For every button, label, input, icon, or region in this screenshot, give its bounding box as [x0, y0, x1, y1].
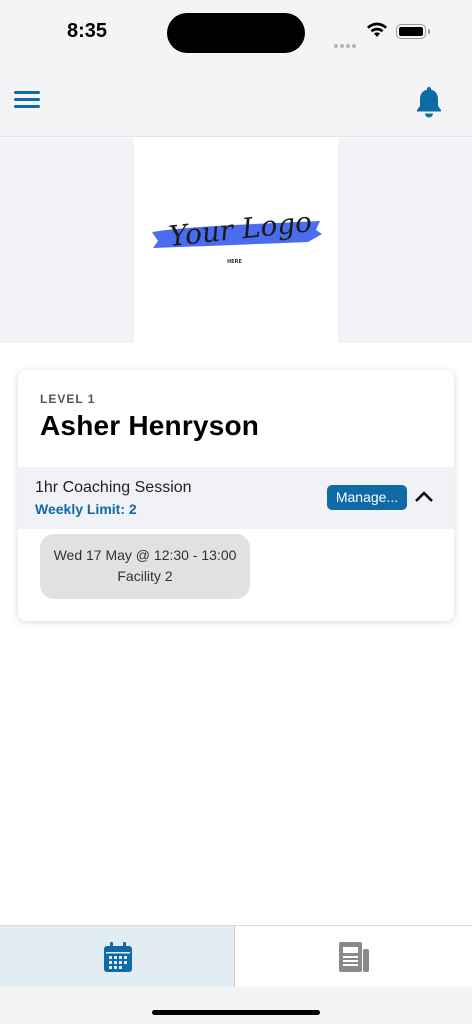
- cellular-signal-icon: [334, 35, 358, 53]
- session-row[interactable]: 1hr Coaching Session Weekly Limit: 2 Man…: [18, 467, 454, 529]
- bottom-tab-bar: [0, 925, 472, 987]
- membership-card: LEVEL 1 Asher Henryson 1hr Coaching Sess…: [18, 370, 454, 621]
- home-indicator[interactable]: [152, 1010, 320, 1015]
- chevron-up-icon[interactable]: [414, 489, 434, 503]
- tab-calendar[interactable]: [0, 926, 235, 987]
- member-name: Asher Henryson: [40, 410, 260, 441]
- weekly-limit: Weekly Limit: 2: [35, 501, 137, 517]
- logo-banner: Your Logo HERE: [0, 138, 472, 343]
- session-title: 1hr Coaching Session: [35, 479, 192, 496]
- svg-text:HERE: HERE: [227, 259, 242, 265]
- status-time: 8:35: [67, 20, 108, 42]
- booking-facility: Facility 2: [117, 568, 173, 584]
- bell-icon[interactable]: [414, 85, 444, 119]
- logo-placeholder: Your Logo HERE: [134, 138, 338, 343]
- hamburger-menu-icon[interactable]: [14, 91, 40, 111]
- svg-text:Your Logo: Your Logo: [167, 210, 313, 253]
- member-level: LEVEL 1: [40, 392, 96, 406]
- app-header: [0, 66, 472, 137]
- calendar-icon: [104, 942, 132, 972]
- booking-datetime: Wed 17 May @ 12:30 - 13:00: [53, 547, 237, 563]
- status-bar: 8:35: [0, 0, 472, 66]
- wifi-icon: [367, 22, 387, 37]
- booking-item[interactable]: Wed 17 May @ 12:30 - 13:00 Facility 2: [40, 534, 250, 599]
- battery-icon: [396, 24, 430, 39]
- newspaper-icon: [339, 942, 369, 972]
- home-indicator-area: [0, 987, 472, 1024]
- manage-button[interactable]: Manage...: [327, 485, 407, 510]
- dynamic-island: [167, 13, 305, 53]
- your-logo-image: Your Logo HERE: [152, 210, 322, 265]
- tab-news[interactable]: [236, 926, 472, 987]
